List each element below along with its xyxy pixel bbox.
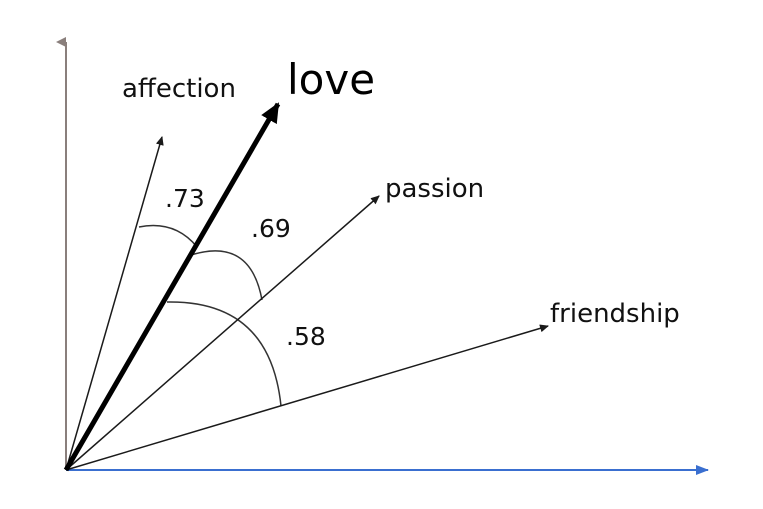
vector-passion [65,195,380,471]
label-love: love [287,55,375,104]
vector-affection [65,136,164,471]
similarity-love-friendship: .58 [286,322,326,351]
label-affection: affection [122,74,236,104]
word-vector-diagram: love affection passion friendship .73 .6… [56,37,709,475]
arc-love-friendship [166,301,282,407]
vector-love [63,102,281,472]
label-friendship: friendship [550,299,680,329]
arc-love-affection [138,224,198,248]
similarity-love-affection: .73 [165,184,205,213]
similarity-love-passion: .69 [251,214,291,243]
arc-love-passion [187,250,263,301]
label-passion: passion [385,174,484,204]
